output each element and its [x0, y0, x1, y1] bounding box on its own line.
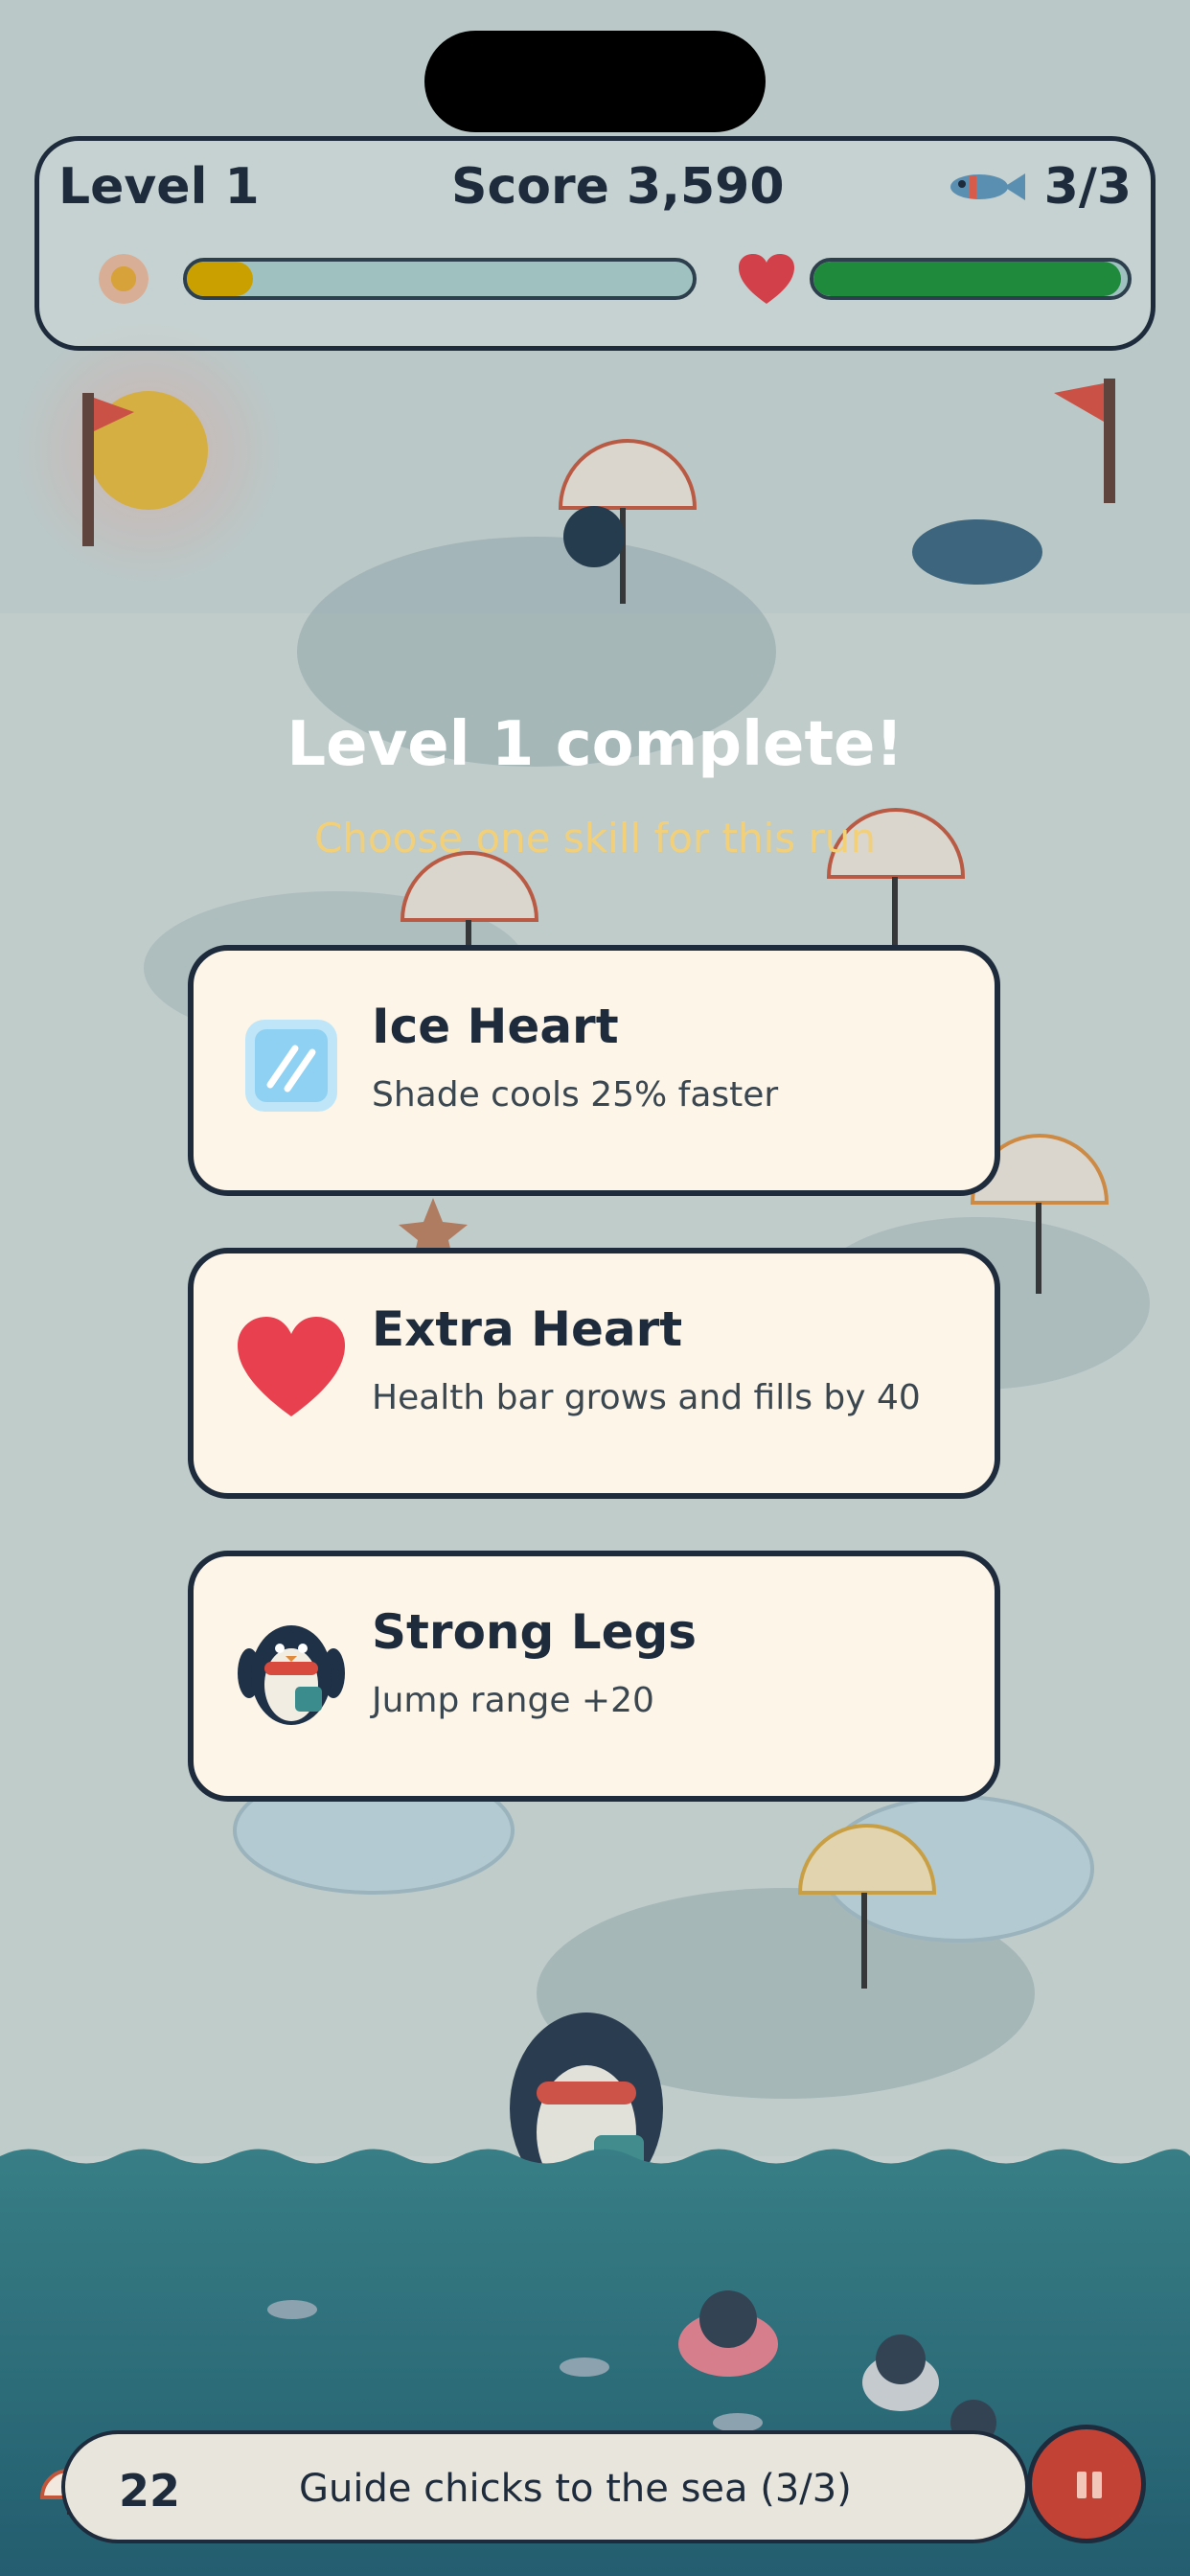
health-bar-fill [813, 262, 1122, 296]
umbrella-count: 22 [119, 2465, 181, 2517]
skill-card-strong-legs[interactable]: Strong Legs Jump range +20 [188, 1551, 1000, 1802]
heart-icon [238, 1317, 345, 1416]
score-label: Score 3,590 [451, 158, 785, 216]
skill-description: Shade cools 25% faster [372, 1075, 779, 1115]
heat-bar-fill [187, 262, 253, 296]
health-heart-icon [739, 254, 794, 304]
skill-description: Health bar grows and fills by 40 [372, 1378, 921, 1417]
pause-icon [1077, 2472, 1087, 2498]
heat-sun-icon [99, 254, 149, 304]
device-notch [424, 31, 766, 132]
fish-counter: 3/3 [947, 158, 1132, 216]
skill-name: Ice Heart [372, 999, 619, 1054]
hud-panel: Level 1 Score 3,590 3/3 [34, 136, 1156, 351]
choose-skill-subtitle: Choose one skill for this run [313, 815, 877, 862]
level-label: Level 1 [58, 158, 260, 216]
pause-button[interactable] [1027, 2425, 1146, 2543]
level-complete-title: Level 1 complete! [286, 709, 904, 780]
skill-name: Strong Legs [372, 1604, 698, 1660]
skill-card-ice-heart[interactable]: Ice Heart Shade cools 25% faster [188, 945, 1000, 1196]
objective-bar: 22 Guide chicks to the sea (3/3) [61, 2430, 1029, 2543]
heat-bar [183, 258, 697, 300]
skill-name: Extra Heart [372, 1301, 683, 1357]
penguin-icon [238, 1625, 345, 1725]
skill-description: Jump range +20 [372, 1681, 654, 1720]
pause-icon-bar [1092, 2472, 1102, 2498]
skill-card-extra-heart[interactable]: Extra Heart Health bar grows and fills b… [188, 1248, 1000, 1499]
ice-icon [245, 1020, 337, 1112]
objective-text: Guide chicks to the sea (3/3) [299, 2467, 852, 2511]
fish-count: 3/3 [1043, 158, 1132, 216]
fish-icon [950, 173, 1025, 200]
health-bar [810, 258, 1132, 300]
